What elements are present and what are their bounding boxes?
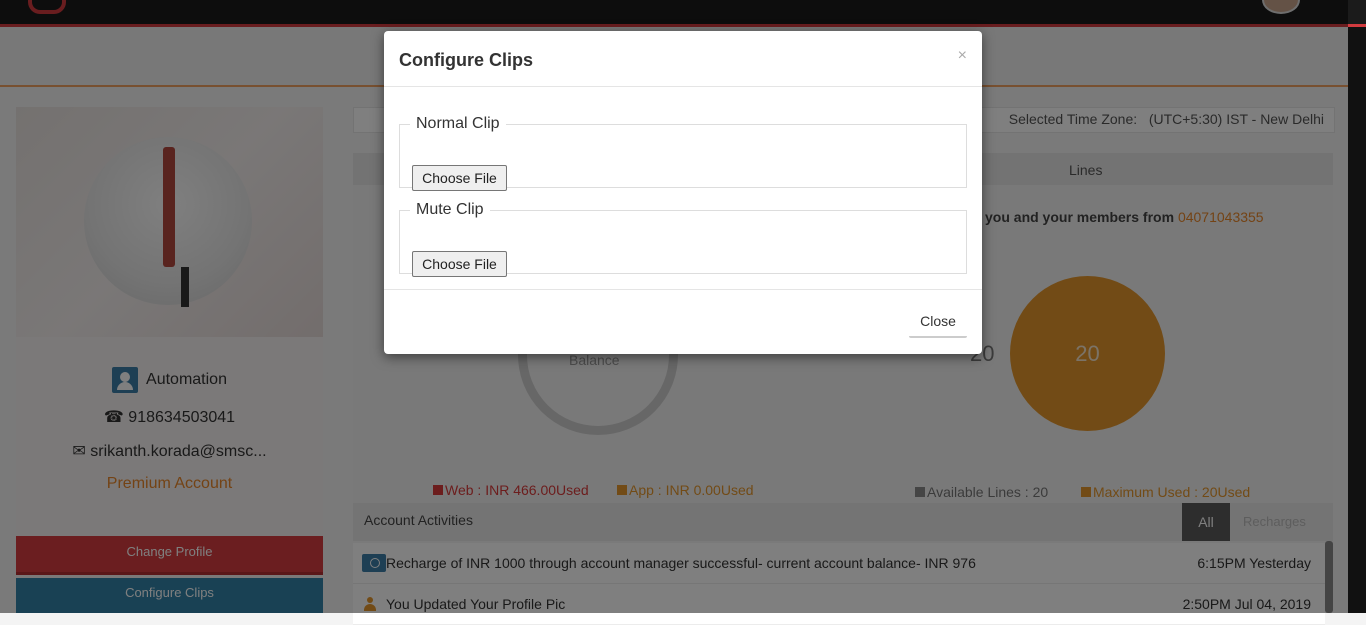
modal-footer: Close [384, 289, 982, 355]
modal-title: Configure Clips [399, 50, 533, 70]
normal-clip-fieldset: Normal Clip Choose File [399, 115, 967, 191]
modal-header: Configure Clips × [384, 31, 982, 87]
close-icon[interactable]: × [958, 47, 967, 65]
mute-clip-legend: Mute Clip [416, 201, 484, 218]
window-edge [1348, 27, 1366, 613]
normal-clip-file-button[interactable]: Choose File [412, 165, 507, 191]
close-button[interactable]: Close [909, 306, 967, 338]
mute-clip-fieldset: Mute Clip Choose File [399, 201, 967, 277]
configure-clips-modal: Configure Clips × Normal Clip Choose Fil… [384, 31, 982, 354]
mute-clip-file-button[interactable]: Choose File [412, 251, 507, 277]
normal-clip-legend: Normal Clip [416, 115, 500, 132]
